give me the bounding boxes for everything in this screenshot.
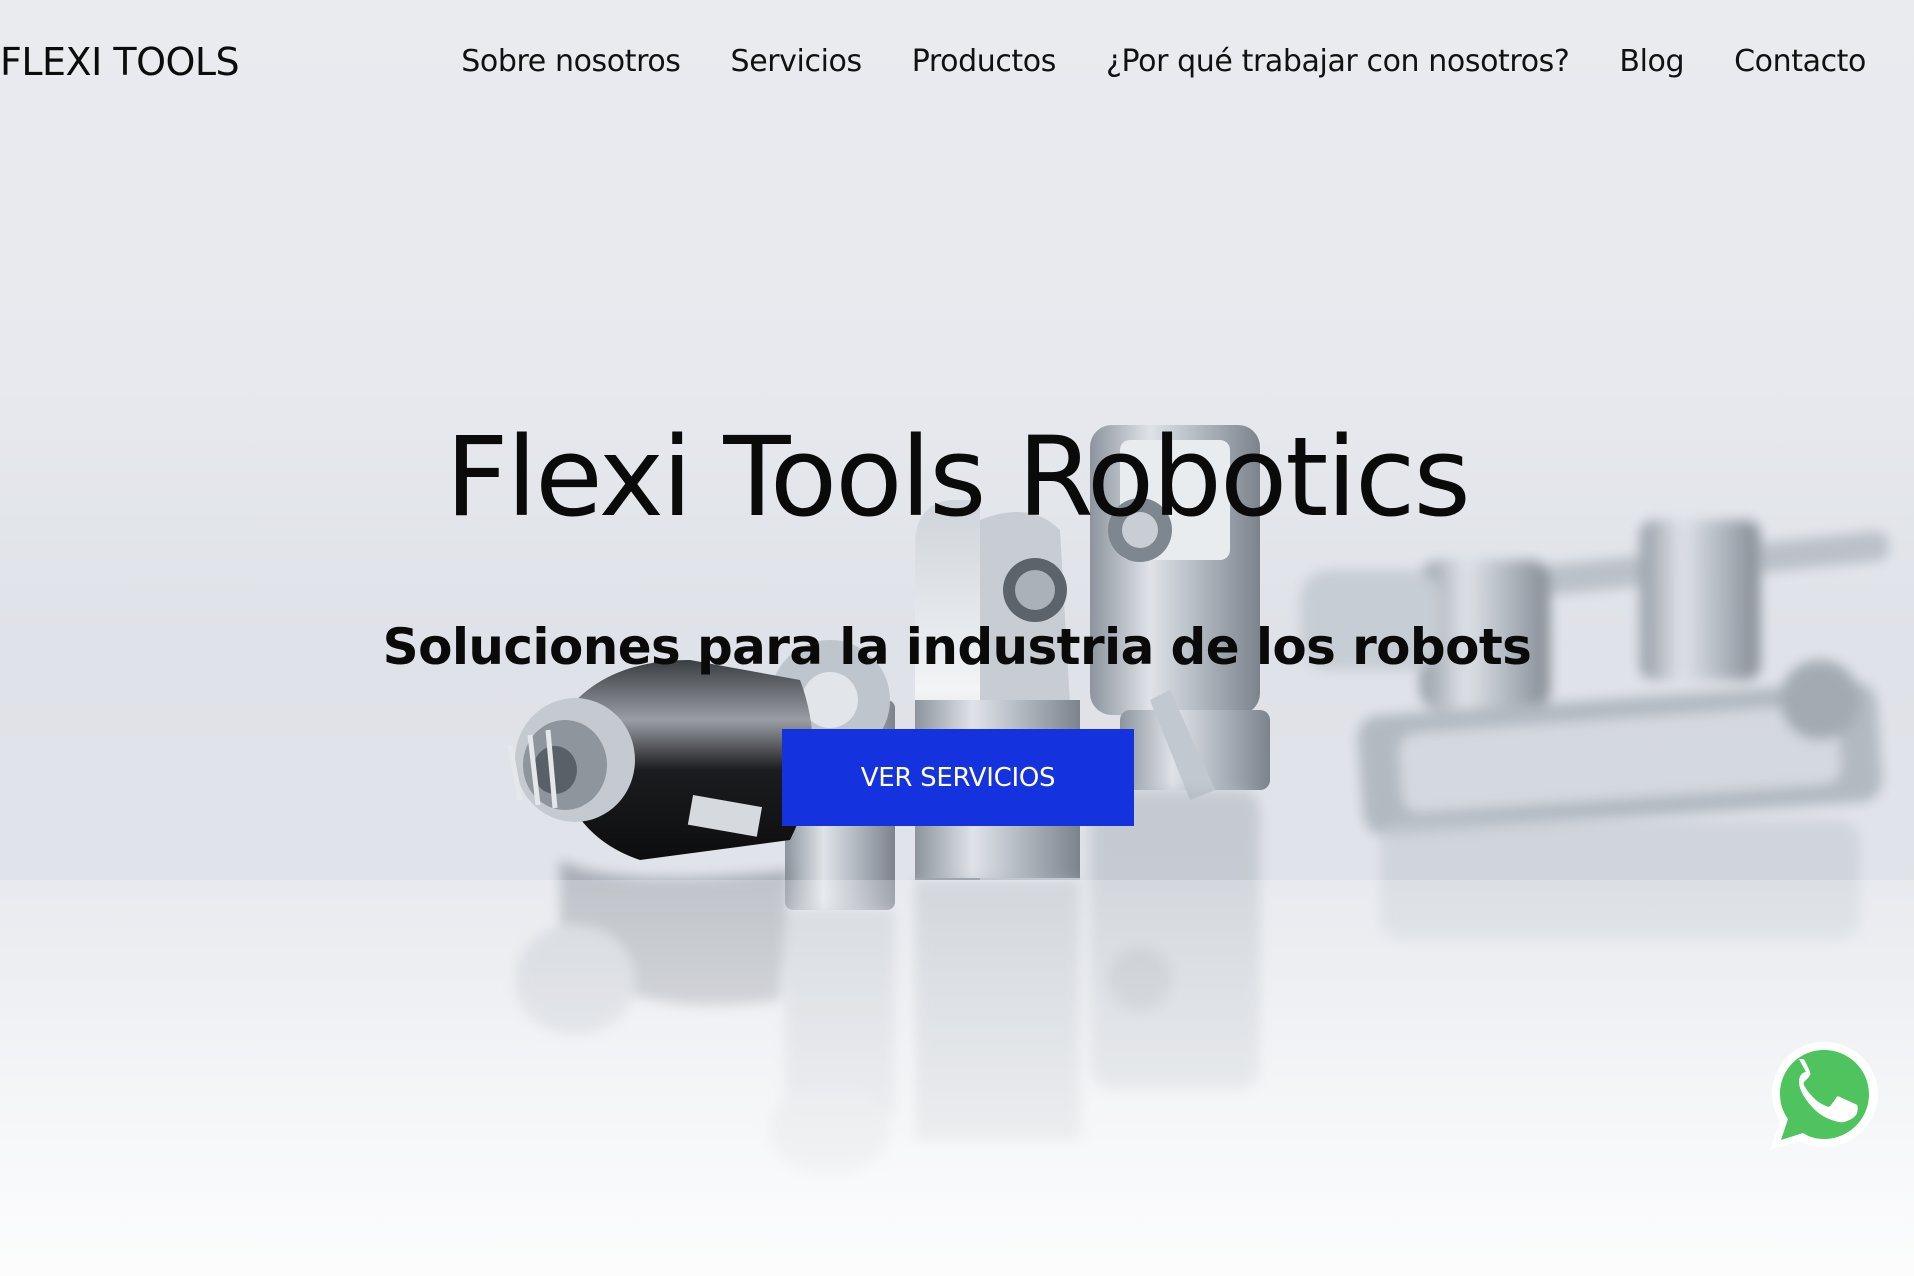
nav-item-contacto[interactable]: Contacto xyxy=(1734,40,1866,84)
nav-item-por-que-trabajar[interactable]: ¿Por qué trabajar con nosotros? xyxy=(1106,40,1570,84)
whatsapp-icon xyxy=(1770,1042,1878,1150)
logo[interactable]: FLEXI TOOLS xyxy=(0,38,240,86)
nav-item-productos[interactable]: Productos xyxy=(912,40,1057,84)
ver-servicios-button[interactable]: VER SERVICIOS xyxy=(782,729,1134,826)
hero-subtitle: Soluciones para la industria de los robo… xyxy=(382,618,1532,676)
whatsapp-button[interactable] xyxy=(1766,1038,1882,1154)
main-nav: Sobre nosotros Servicios Productos ¿Por … xyxy=(461,40,1866,84)
site-header: FLEXI TOOLS Sobre nosotros Servicios Pro… xyxy=(0,0,1914,124)
nav-item-servicios[interactable]: Servicios xyxy=(731,40,863,84)
nav-item-sobre-nosotros[interactable]: Sobre nosotros xyxy=(461,40,681,84)
hero-title: Flexi Tools Robotics xyxy=(445,413,1471,541)
page: FLEXI TOOLS Sobre nosotros Servicios Pro… xyxy=(0,0,1914,1276)
nav-item-blog[interactable]: Blog xyxy=(1619,40,1684,84)
